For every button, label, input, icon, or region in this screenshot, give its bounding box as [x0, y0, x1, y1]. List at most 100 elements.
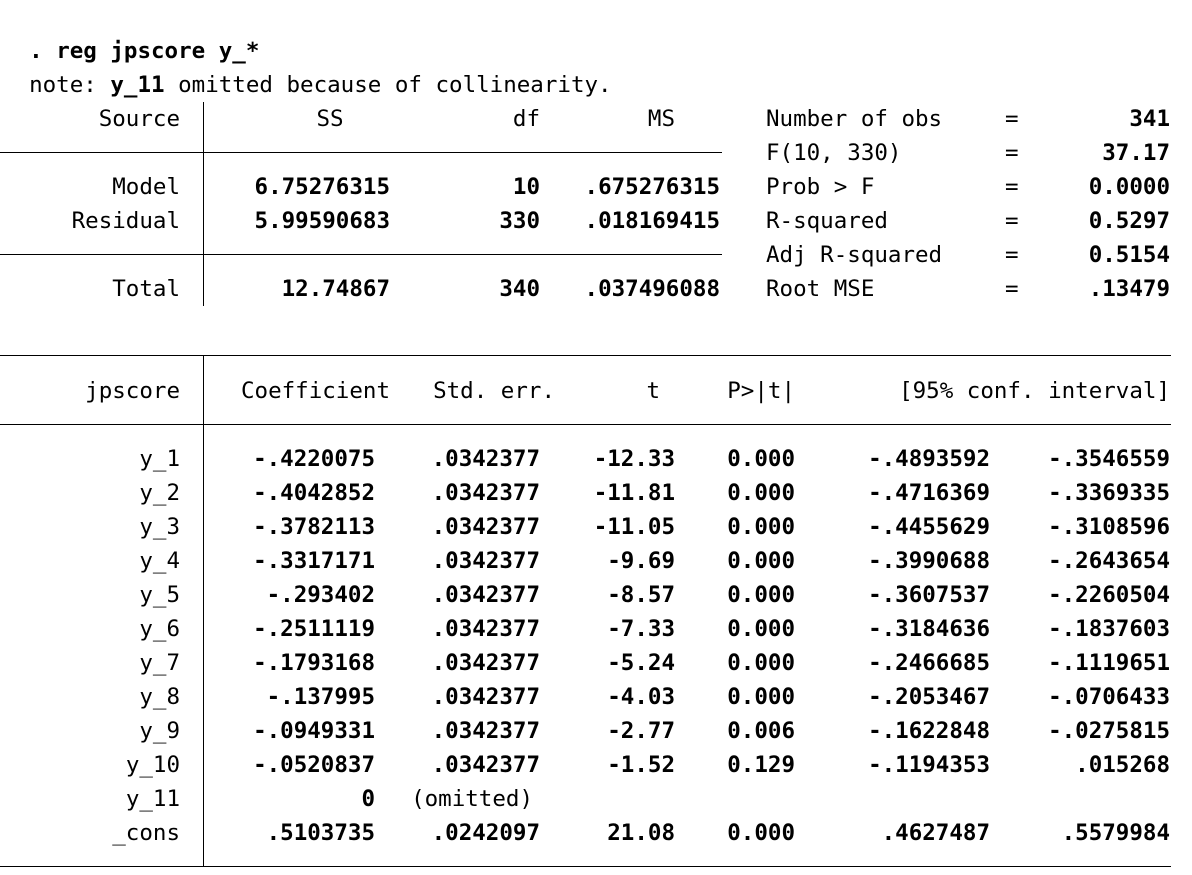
coef-p: 0.000	[727, 616, 795, 642]
anova-source-total: Total	[112, 276, 180, 302]
stat-eq-prob-f: =	[1005, 174, 1019, 200]
coef-p: 0.000	[727, 820, 795, 846]
coef-t: -2.77	[607, 718, 675, 744]
coef-t: -12.33	[593, 446, 675, 472]
coef-p: 0.000	[727, 650, 795, 676]
coef-header-stderr: Std. err.	[433, 378, 555, 404]
anova-df-total: 340	[499, 276, 540, 302]
note-suffix: omitted because of collinearity.	[178, 72, 612, 98]
coef-header-rule	[0, 424, 1171, 425]
stat-value-number-of-obs: 341	[1129, 106, 1170, 132]
coef-value: -.137995	[266, 684, 375, 710]
coef-ci-low: -.4893592	[868, 446, 990, 472]
anova-ss-model: 6.75276315	[254, 174, 390, 200]
command-line: . reg jpscore y_*	[2, 0, 259, 64]
anova-ms-total: .037496088	[584, 276, 720, 302]
coef-var: y_5	[139, 582, 180, 608]
note-variable: y_11	[110, 72, 165, 98]
stat-eq-adj-r-squared: =	[1005, 242, 1019, 268]
coef-stderr: .0342377	[431, 582, 540, 608]
stat-label-number-of-obs: Number of obs	[766, 106, 943, 132]
coef-ci-high: -.0706433	[1048, 684, 1170, 710]
coef-value: -.2511119	[253, 616, 375, 642]
coef-ci-high: -.3546559	[1048, 446, 1170, 472]
stat-value-adj-r-squared: 0.5154	[1088, 242, 1170, 268]
anova-header-source: Source	[98, 106, 180, 132]
coef-value: .5103735	[266, 820, 375, 846]
coef-value: -.3317171	[253, 548, 375, 574]
coef-var: y_6	[139, 616, 180, 642]
coef-p: 0.129	[727, 752, 795, 778]
coef-ci-low: -.4455629	[868, 514, 990, 540]
coef-t: -7.33	[607, 616, 675, 642]
coef-stderr: (omitted)	[411, 786, 533, 812]
stat-label-root-mse: Root MSE	[766, 276, 875, 302]
collinearity-note: note: y_11 omitted because of collineari…	[2, 34, 612, 98]
anova-header-ms: MS	[647, 106, 675, 132]
coef-stderr: .0342377	[431, 548, 540, 574]
coef-var: y_4	[139, 548, 180, 574]
stat-value-root-mse: .13479	[1088, 276, 1170, 302]
coef-stderr: .0342377	[431, 684, 540, 710]
coef-t: -4.03	[607, 684, 675, 710]
coef-var: y_2	[139, 480, 180, 506]
anova-df-model: 10	[512, 174, 540, 200]
stat-eq-f: =	[1005, 140, 1019, 166]
coef-p: 0.000	[727, 684, 795, 710]
stat-value-f: 37.17	[1102, 140, 1170, 166]
coef-ci-low: -.3184636	[868, 616, 990, 642]
coef-stderr: .0342377	[431, 514, 540, 540]
stat-eq-root-mse: =	[1005, 276, 1019, 302]
coef-p: 0.000	[727, 446, 795, 472]
anova-total-rule	[0, 254, 722, 255]
coef-p: 0.006	[727, 718, 795, 744]
coef-stderr: .0342377	[431, 446, 540, 472]
stat-eq-number-of-obs: =	[1005, 106, 1019, 132]
coef-ci-low: -.3607537	[868, 582, 990, 608]
anova-ss-residual: 5.99590683	[254, 208, 390, 234]
stat-value-prob-f: 0.0000	[1088, 174, 1170, 200]
stat-label-adj-r-squared: Adj R-squared	[766, 242, 943, 268]
coef-t: -11.81	[593, 480, 675, 506]
coef-ci-low: -.1622848	[868, 718, 990, 744]
coef-t: -9.69	[607, 548, 675, 574]
anova-df-residual: 330	[499, 208, 540, 234]
coef-var: _cons	[112, 820, 180, 846]
coef-vertical-divider	[203, 355, 204, 866]
anova-source-residual: Residual	[71, 208, 180, 234]
anova-ms-model: .675276315	[584, 174, 720, 200]
anova-vertical-divider	[203, 102, 204, 306]
coef-stderr: .0342377	[431, 480, 540, 506]
coef-value: 0	[361, 786, 375, 812]
coef-t: -11.05	[593, 514, 675, 540]
coef-var: y_8	[139, 684, 180, 710]
coef-t: 21.08	[607, 820, 675, 846]
coef-p: 0.000	[727, 582, 795, 608]
coef-ci-high: -.3108596	[1048, 514, 1170, 540]
coef-ci-high: -.2260504	[1048, 582, 1170, 608]
coef-p: 0.000	[727, 548, 795, 574]
coef-ci-high: -.3369335	[1048, 480, 1170, 506]
coef-var: y_1	[139, 446, 180, 472]
coef-top-rule	[0, 355, 1171, 356]
coef-var: y_9	[139, 718, 180, 744]
coef-stderr: .0342377	[431, 650, 540, 676]
anova-header-rule	[0, 152, 722, 153]
coef-stderr: .0342377	[431, 616, 540, 642]
coef-var: y_7	[139, 650, 180, 676]
coef-header-p: P>|t|	[727, 378, 795, 404]
stat-eq-r-squared: =	[1005, 208, 1019, 234]
stat-label-prob-f: Prob > F	[766, 174, 875, 200]
coef-value: -.4220075	[253, 446, 375, 472]
coef-ci-high: .5579984	[1061, 820, 1170, 846]
coef-stderr: .0242097	[431, 820, 540, 846]
coef-var: y_10	[125, 752, 180, 778]
coef-ci-high: .015268	[1075, 752, 1170, 778]
anova-ms-residual: .018169415	[584, 208, 720, 234]
stat-value-r-squared: 0.5297	[1088, 208, 1170, 234]
anova-header-df: df	[512, 106, 540, 132]
coef-header-coefficient: Coefficient	[240, 378, 390, 404]
coef-ci-low: -.3990688	[868, 548, 990, 574]
note-prefix: note:	[29, 72, 97, 98]
coef-ci-high: -.2643654	[1048, 548, 1170, 574]
